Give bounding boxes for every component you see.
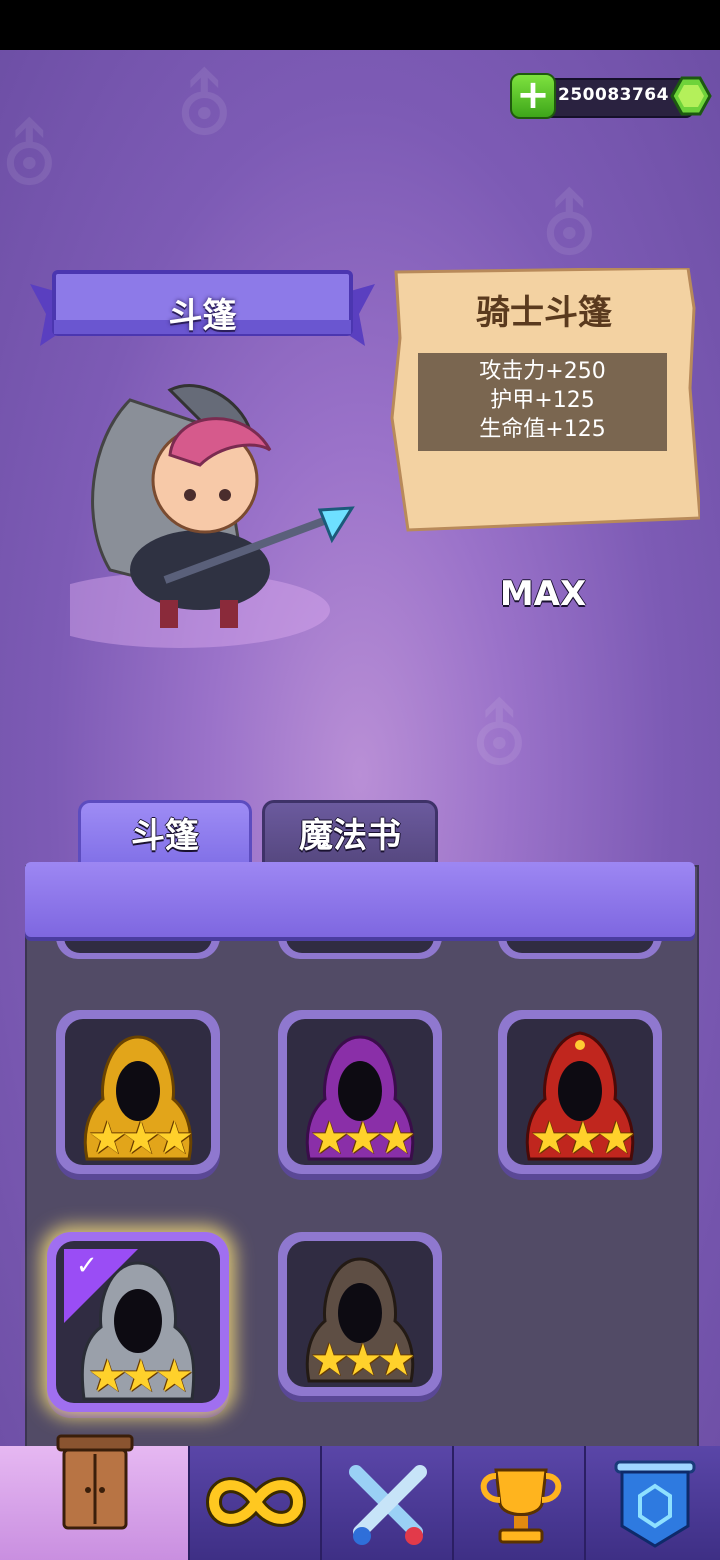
- hero-character: [70, 384, 355, 648]
- nav-battle[interactable]: [320, 1446, 454, 1560]
- inventory-slot-partial[interactable]: [278, 937, 442, 959]
- nav-shield[interactable]: [584, 1446, 720, 1560]
- item-name: 骑士斗篷: [476, 293, 612, 333]
- inventory-slot-gold-cloak[interactable]: ★★★: [56, 1010, 220, 1174]
- item-stats-box: 攻击力+250 护甲+125 生命值+125: [418, 353, 667, 451]
- status-bar: [0, 0, 720, 50]
- plus-icon[interactable]: +: [510, 73, 556, 119]
- bottom-nav-bar: [0, 1434, 720, 1560]
- nav-ranking[interactable]: [452, 1446, 586, 1560]
- check-icon: ✓: [76, 1251, 98, 1281]
- gem-currency-counter: 250083764 +: [510, 73, 712, 119]
- stat-attack: 攻击力+250: [479, 359, 606, 384]
- category-title: 斗篷: [168, 296, 237, 336]
- star-rating: ★★★: [309, 1335, 416, 1386]
- green-gem-icon: [670, 76, 712, 116]
- crossed-swords-icon: [349, 1465, 427, 1545]
- inventory-slot-brown-cloak[interactable]: ★★★: [278, 1232, 442, 1396]
- inventory-slot-knight-cloak[interactable]: ✓ ★★★: [47, 1232, 229, 1412]
- star-rating: ★★★: [529, 1113, 636, 1164]
- stat-health: 生命值+125: [479, 417, 606, 442]
- inventory-slot-partial[interactable]: [56, 937, 220, 959]
- tab-cloak[interactable]: 斗篷: [78, 800, 252, 869]
- stat-armor: 护甲+125: [490, 388, 595, 413]
- wardrobe-icon: [56, 1434, 134, 1530]
- shield-banner-icon: [614, 1460, 696, 1548]
- tab-spellbook[interactable]: 魔法书: [262, 800, 438, 869]
- inventory-panel-header: [25, 862, 695, 937]
- star-rating: ★★★: [309, 1113, 416, 1164]
- infinity-icon: [206, 1477, 306, 1527]
- gem-amount: 250083764: [558, 85, 669, 105]
- star-rating: ★★★: [87, 1113, 194, 1164]
- star-rating: ★★★: [87, 1351, 194, 1402]
- nav-endless[interactable]: [188, 1446, 322, 1560]
- trophy-icon: [480, 1468, 562, 1544]
- nav-wardrobe[interactable]: [0, 1434, 188, 1560]
- level-max-label: MAX: [499, 574, 587, 614]
- category-ribbon: 斗篷: [30, 270, 375, 348]
- inventory-slot-purple-cloak[interactable]: ★★★: [278, 1010, 442, 1174]
- inventory-slot-red-cloak[interactable]: ★★★: [498, 1010, 662, 1174]
- inventory-slot-partial[interactable]: [498, 937, 662, 959]
